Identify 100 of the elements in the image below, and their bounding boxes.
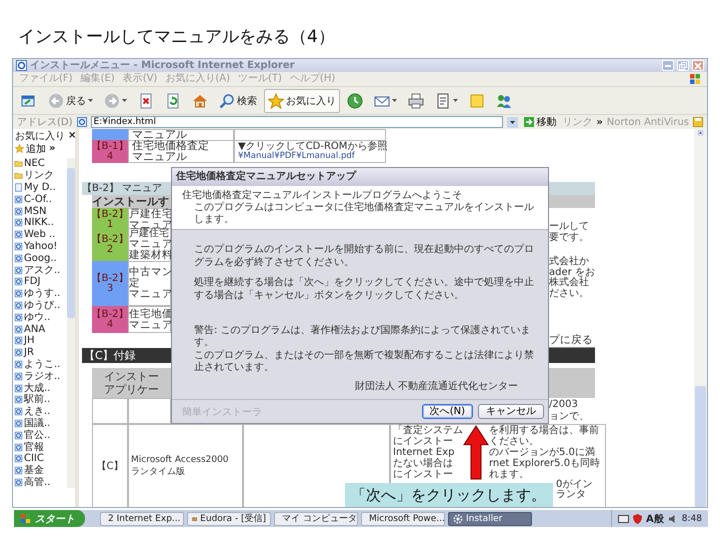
favorite-item[interactable]: 国議.. (13, 418, 67, 430)
star-icon (15, 144, 24, 153)
document-icon (14, 182, 23, 192)
web-page-icon (14, 407, 23, 416)
favorite-item[interactable]: Yahoo! (13, 240, 67, 252)
favorites-button[interactable]: お気に入り (264, 88, 340, 112)
caret-icon (392, 99, 397, 102)
favorite-item[interactable]: CIIC (13, 452, 67, 465)
favorite-item[interactable]: ANA (13, 323, 67, 335)
favorite-item[interactable]: ゆうす.. (13, 288, 67, 300)
web-page-icon (14, 442, 23, 452)
close-glyph[interactable]: × (68, 130, 76, 141)
column-header (549, 195, 595, 208)
favorite-item[interactable]: C-Of.. (13, 193, 67, 206)
taskbar-button[interactable]: 2 Internet Exp... (100, 512, 184, 526)
back-button[interactable]: 戻る (44, 88, 97, 112)
favorite-item[interactable]: 官報 (13, 441, 67, 453)
cancel-button[interactable]: キャンセル (478, 404, 544, 419)
scroll-thumb[interactable] (695, 386, 706, 507)
table-cell (92, 398, 128, 424)
browser-icon (16, 60, 27, 71)
web-page-icon (14, 230, 23, 240)
favorite-item[interactable]: ようこ.. (13, 358, 67, 370)
web-page-icon (14, 360, 23, 369)
table-cell-text: ールして 要です。 式会社か ader をお 株式会社 ださい。 (549, 220, 595, 300)
web-page-icon (14, 242, 23, 251)
favorite-item[interactable]: 大成.. (13, 382, 67, 394)
web-page-icon (76, 117, 87, 127)
favorite-item[interactable]: ゆウ.. (13, 311, 67, 324)
favorite-item[interactable]: NIKK.. (13, 216, 67, 229)
warning-text: このプログラム、またはその一部を無断で複製配布することは法律により禁止されています。 (194, 350, 535, 374)
web-page-icon (14, 194, 23, 204)
more-chevron[interactable]: » (49, 143, 56, 154)
taskbar-button[interactable]: マイ コンピュータ (274, 512, 358, 526)
more-chevron[interactable]: » (596, 116, 603, 128)
callout-note: 「次へ」をクリックします。 (345, 483, 553, 507)
taskbar-button[interactable]: Installer (448, 512, 532, 526)
web-page-icon (14, 218, 23, 228)
document-icon (435, 92, 451, 108)
scroll-up-icon[interactable] (695, 130, 706, 136)
favorite-item[interactable]: 高管.. (13, 476, 67, 488)
caret-icon (453, 99, 458, 102)
favorite-item[interactable]: 駅前.. (13, 394, 67, 406)
web-page-icon (14, 312, 23, 322)
web-page-icon (14, 289, 23, 298)
web-page-icon (14, 418, 23, 428)
start-button[interactable]: スタート (14, 510, 85, 527)
favorite-item[interactable]: NEC (13, 158, 67, 170)
web-page-icon (14, 384, 23, 393)
favorite-item[interactable]: えき.. (13, 406, 67, 418)
address-label: アドレス(D) (17, 116, 73, 129)
window-icon (21, 92, 37, 108)
maximize-button[interactable] (677, 60, 689, 71)
web-page-icon (14, 395, 23, 404)
web-page-icon (14, 454, 23, 464)
favorite-item[interactable]: My D.. (13, 182, 67, 194)
favorite-item[interactable]: Goog.. (13, 252, 67, 264)
shield-icon[interactable] (633, 514, 642, 524)
taskbar-button[interactable]: Microsoft Powe... (361, 512, 445, 526)
web-page-icon (14, 348, 23, 358)
web-page-icon (14, 266, 23, 275)
intro-text: このプログラムはコンピュータに住宅地価格査定マニュアルをインストールします。 (193, 202, 535, 226)
section-bar (549, 182, 595, 195)
add-button[interactable]: 追加 (15, 142, 46, 156)
table-cell: 【C】 (92, 424, 128, 507)
search-button[interactable]: 検索 (215, 88, 261, 112)
input-mode-indicator[interactable]: A般 (646, 512, 664, 526)
web-page-icon (14, 300, 23, 310)
favorite-item[interactable]: リンク (13, 170, 67, 182)
instruction-text: このプログラムのインストールを開始する前に、現在起動中のすべてのプログラムを必ず終了させてください。 (194, 244, 535, 269)
scroll-thumb[interactable] (67, 168, 75, 318)
keyboard-icon[interactable] (618, 514, 630, 522)
address-field[interactable]: E:¥index.html (90, 116, 504, 128)
close-button[interactable] (692, 60, 704, 71)
minimize-button[interactable] (662, 60, 674, 71)
refresh-icon (165, 92, 181, 108)
scrollbar[interactable] (694, 129, 707, 507)
table-cell-text: /2003 ョンで、 (549, 398, 590, 424)
go-button[interactable]: 移動 (522, 116, 558, 128)
web-page-icon (14, 478, 23, 487)
restore-icon (679, 62, 687, 70)
scrollbar[interactable] (67, 158, 75, 488)
home-icon (192, 92, 208, 108)
web-page-icon (14, 324, 23, 334)
favorite-item[interactable]: 基金 (13, 464, 67, 477)
favorite-item[interactable]: ゆうび.. (13, 300, 67, 312)
favorite-item[interactable]: JR (13, 346, 67, 359)
table-cell: マニュアル (128, 129, 234, 141)
favorite-item[interactable]: 官公.. (13, 429, 67, 442)
favorite-item[interactable]: アスク.. (13, 264, 67, 276)
taskbar-button[interactable]: Eudora - [受信] (187, 512, 271, 526)
favorite-item[interactable]: ラジオ.. (13, 370, 67, 382)
favorite-item[interactable]: JH (13, 334, 67, 347)
next-button[interactable]: 次へ(N) (422, 404, 473, 419)
web-page-icon (14, 336, 23, 346)
favorite-item[interactable]: FDJ (13, 276, 67, 288)
note-icon (469, 92, 485, 108)
favorite-item[interactable]: Web .. (13, 228, 67, 241)
web-page-icon (14, 372, 23, 381)
favorite-item[interactable]: MSN (13, 205, 67, 217)
